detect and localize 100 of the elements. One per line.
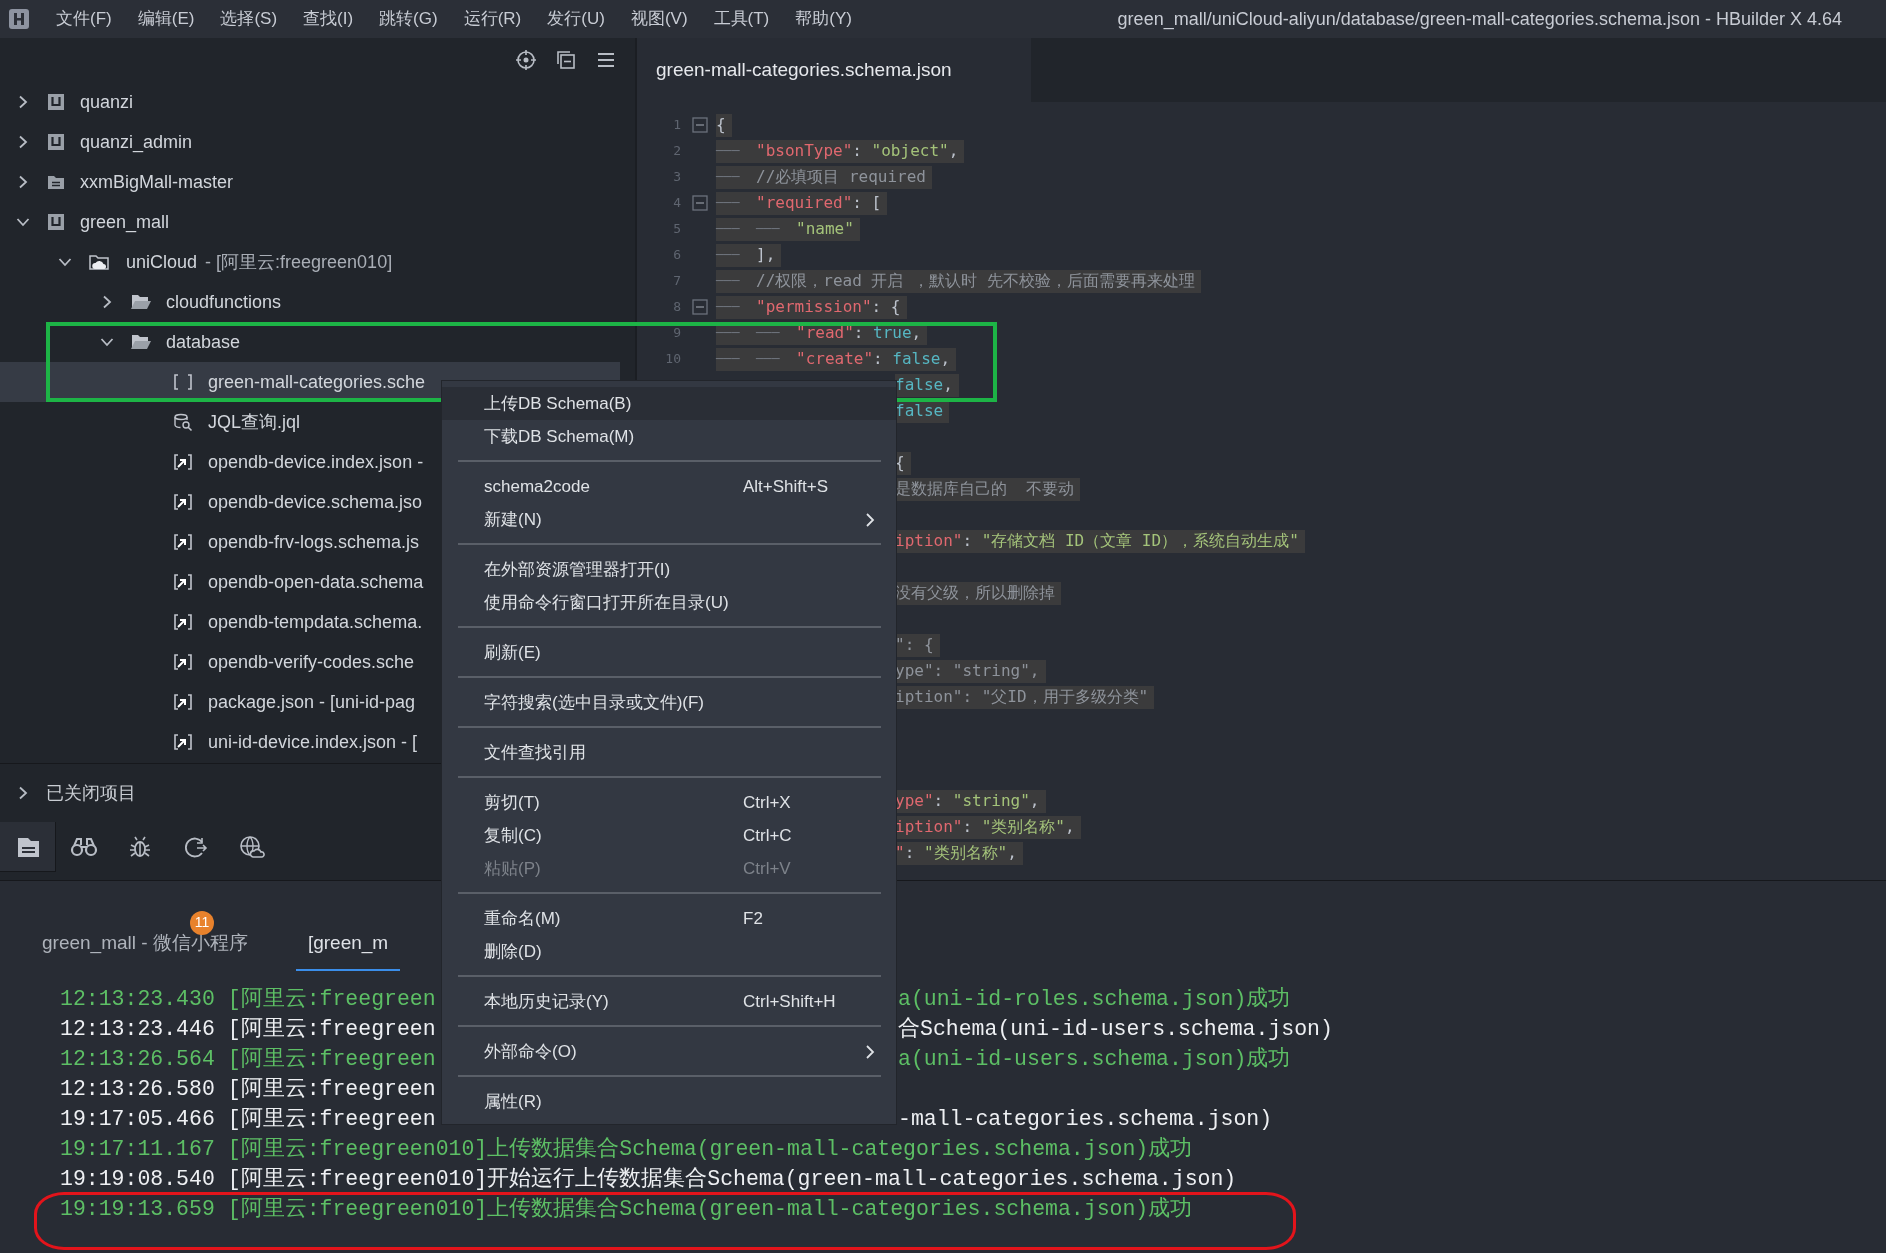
project-icon [46, 92, 66, 112]
target-icon[interactable] [515, 49, 537, 71]
shortcut-text: Ctrl+V [743, 857, 791, 880]
fold-icon[interactable] [692, 195, 708, 211]
whitespace-marker: ─── [716, 298, 741, 317]
fold-icon[interactable] [692, 299, 708, 315]
menu-item[interactable]: schema2code Alt+Shift+S [442, 470, 896, 503]
whitespace-marker: ─── [716, 324, 741, 343]
tree-label[interactable]: uni-id-device.index.json - [ [208, 728, 418, 756]
editor-tab[interactable]: green-mall-categories.schema.json [637, 38, 1031, 102]
cloud-folder-icon [88, 252, 112, 272]
tree-label[interactable]: database [166, 328, 241, 356]
query-icon [172, 412, 194, 432]
whitespace-marker: ─── [716, 272, 741, 291]
line-number: 9 [673, 324, 681, 343]
menu-item[interactable]: 刷新(E) [442, 636, 896, 669]
tree-label[interactable]: quanzi_admin [80, 128, 193, 156]
file-link-icon [172, 572, 194, 592]
tree-label[interactable]: opendb-device.schema.jso [208, 488, 423, 516]
line-number: 7 [673, 272, 681, 291]
menu-item[interactable]: 帮助(Y) [795, 6, 852, 32]
log-line: a(uni-id-users.schema.json)成功 [898, 1046, 1291, 1073]
menu-item[interactable]: 文件(F) [56, 6, 112, 32]
whitespace-marker: ─── [756, 324, 781, 343]
shortcut-text: Ctrl+X [743, 791, 791, 814]
file-link-icon [172, 492, 194, 512]
line-number: 4 [673, 194, 681, 213]
log-line: 12:13:23.446 [阿里云:freegreen [60, 1016, 436, 1043]
line-number: 10 [665, 350, 681, 369]
line-number: 2 [673, 142, 681, 161]
menu-item[interactable]: 属性(R) [442, 1085, 896, 1118]
console-tab[interactable]: [green_m [295, 928, 401, 971]
tree-label[interactable]: cloudfunctions [166, 288, 282, 316]
tree-label[interactable]: green_mall [80, 208, 170, 236]
shortcut-text: Ctrl+Shift+H [743, 990, 836, 1013]
file-link-icon [172, 532, 194, 552]
file-link-icon [172, 612, 194, 632]
line-number: 1 [673, 116, 681, 135]
count-badge: 11 [190, 910, 214, 935]
log-line: 19:19:13.659 [阿里云:freegreen010]上传数据集合Schema(green-mall-categories.schema.json)成功 [60, 1196, 1193, 1223]
tree-label[interactable]: green-mall-categories.sche [208, 368, 426, 396]
tree-label[interactable]: opendb-verify-codes.sche [208, 648, 415, 676]
menu-item[interactable]: 发行(U) [547, 6, 605, 32]
log-line: 12:13:26.564 [阿里云:freegreen [60, 1046, 436, 1073]
shortcut-text: F2 [743, 907, 763, 930]
tree-label[interactable]: opendb-frv-logs.schema.js [208, 528, 420, 556]
file-link-icon [172, 652, 194, 672]
menu-item[interactable]: 查找(I) [303, 6, 354, 32]
tool-tab[interactable] [0, 822, 56, 872]
menu-item[interactable]: 工具(T) [713, 6, 770, 32]
whitespace-marker: ─── [716, 220, 741, 239]
menu-item[interactable]: 下载DB Schema(M) [442, 420, 896, 453]
brackets-icon [172, 372, 194, 392]
whitespace-marker: ─── [716, 168, 741, 187]
tree-label[interactable]: opendb-device.index.json - [208, 448, 424, 476]
menu-item[interactable]: 文件查找引用 [442, 736, 896, 769]
tree-label[interactable]: package.json - [uni-id-pag [208, 688, 416, 716]
menu-item[interactable]: 视图(V) [630, 6, 688, 32]
whitespace-marker: ─── [716, 142, 741, 161]
menu-item[interactable]: 字符搜索(选中目录或文件)(F) [442, 686, 896, 719]
log-line: 19:19:08.540 [阿里云:freegreen010]开始运行上传数据集合Schema(green-mall-categories.schema.json) [60, 1166, 1237, 1193]
tree-label[interactable]: xxmBigMall-master [80, 168, 234, 196]
section-label[interactable]: 已关闭项目 [46, 779, 136, 807]
menu-item[interactable]: 剪切(T) Ctrl+X [442, 786, 896, 819]
menu-item[interactable]: 复制(C) Ctrl+C [442, 819, 896, 852]
log-line: 12:13:23.430 [阿里云:freegreen [60, 986, 436, 1013]
file-link-icon [172, 732, 194, 752]
tree-label[interactable]: uniCloud [126, 248, 198, 276]
binoculars-icon [70, 835, 98, 859]
file-link-icon [172, 452, 194, 472]
bug-icon [128, 835, 152, 859]
collapse-icon[interactable] [555, 49, 577, 71]
line-number: 8 [673, 298, 681, 317]
menu-item[interactable]: 重命名(M) F2 [442, 902, 896, 935]
menu-item[interactable]: 在外部资源管理器打开(I) [442, 553, 896, 586]
shortcut-text: Ctrl+C [743, 824, 792, 847]
menu-item[interactable]: 本地历史记录(Y) Ctrl+Shift+H [442, 985, 896, 1018]
tree-label[interactable]: quanzi [80, 88, 134, 116]
menu-item[interactable]: 跳转(G) [379, 6, 438, 32]
tree-label[interactable]: opendb-tempdata.schema. [208, 608, 423, 636]
menu-item[interactable]: 使用命令行窗口打开所在目录(U) [442, 586, 896, 619]
tree-note: - [阿里云:freegreen010] [205, 250, 393, 274]
menu-item[interactable]: 删除(D) [442, 935, 896, 968]
folder-icon [130, 292, 152, 312]
project-icon [46, 132, 66, 152]
line-number: 5 [673, 220, 681, 239]
menu-item[interactable]: 选择(S) [220, 6, 278, 32]
tree-label[interactable]: JQL查询.jql [208, 408, 301, 436]
line-number: 6 [673, 246, 681, 265]
logo-icon[interactable] [8, 8, 30, 30]
refresh-icon [183, 835, 209, 859]
menu-item[interactable]: 上传DB Schema(B) [442, 387, 896, 420]
menu-item[interactable]: 外部命令(O) [442, 1035, 896, 1068]
menu-item[interactable]: 新建(N) [442, 503, 896, 536]
log-line: a(uni-id-roles.schema.json)成功 [898, 986, 1291, 1013]
file-link-icon [172, 692, 194, 712]
tree-label[interactable]: opendb-open-data.schema [208, 568, 424, 596]
fold-icon[interactable] [692, 117, 708, 133]
menu-item[interactable]: 运行(R) [463, 6, 522, 32]
menu-item[interactable]: 编辑(E) [137, 6, 195, 32]
